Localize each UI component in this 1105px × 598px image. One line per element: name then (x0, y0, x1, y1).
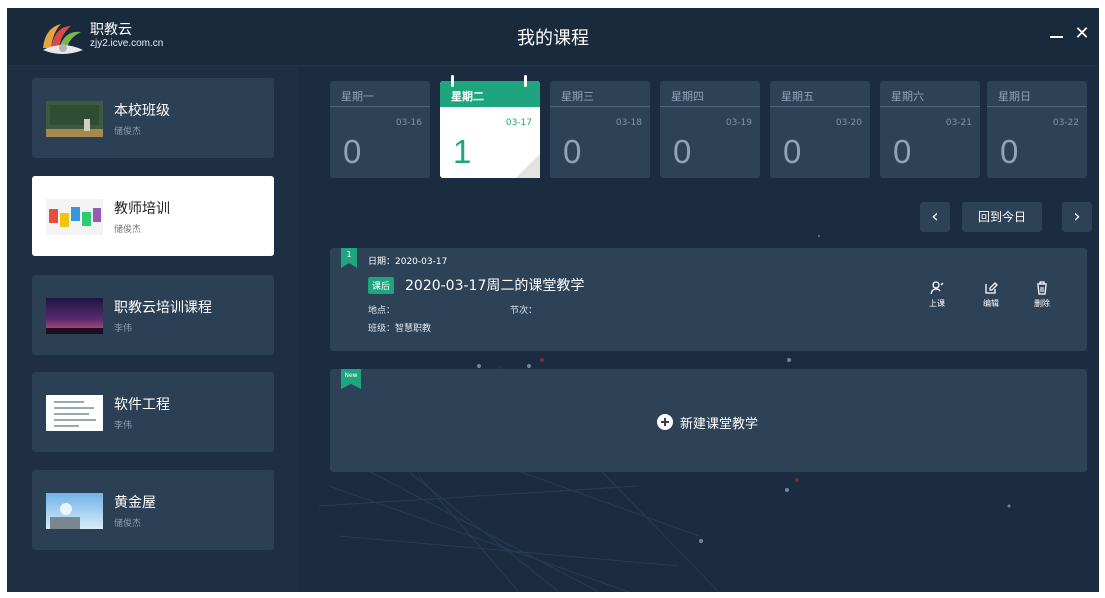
day-card-3[interactable]: 星期四 03-19 0 (660, 81, 760, 178)
window-title: 我的课程 (517, 28, 589, 49)
sky-image (46, 493, 103, 529)
day-card-6[interactable]: 星期日 03-22 0 (987, 81, 1087, 178)
lesson-title: 2020-03-17周二的课堂教学 (405, 278, 585, 294)
day-card-0[interactable]: 星期一 03-16 0 (330, 81, 430, 178)
day-date: 03-20 (835, 118, 862, 128)
day-date: 03-22 (1052, 118, 1079, 128)
day-card-5[interactable]: 星期六 03-21 0 (880, 81, 980, 178)
course-title: 本校班级 (114, 103, 170, 119)
day-count: 1 (453, 133, 472, 170)
day-date: 03-19 (725, 118, 752, 128)
course-card-2[interactable]: 职教云培训课程 李伟 (32, 275, 274, 355)
new-flag-badge: New (341, 369, 361, 389)
calendar-ring-icon (451, 75, 454, 87)
day-name: 星期六 (891, 90, 924, 103)
lesson-number-flag: 1 (341, 248, 357, 268)
lesson-date: 日期：2020-03-17 (368, 257, 448, 267)
day-name: 星期二 (451, 90, 484, 103)
course-card-0[interactable]: 本校班级 储俊杰 (32, 78, 274, 158)
edit-icon (985, 282, 998, 294)
course-title: 教师培训 (114, 201, 170, 217)
day-date: 03-17 (505, 118, 532, 128)
course-card-4[interactable]: 黄金屋 储俊杰 (32, 470, 274, 550)
action-label: 删除 (1034, 299, 1050, 308)
course-card-1[interactable]: 教师培训 储俊杰 (32, 176, 274, 256)
close-button[interactable]: ✕ (1074, 24, 1090, 44)
course-teacher: 储俊杰 (114, 225, 142, 235)
course-title: 黄金屋 (114, 495, 156, 511)
schedule-main: 星期一 03-16 0 星期二 03-17 1 星期三 03-18 0 星期四 … (299, 66, 1099, 592)
course-teacher: 李伟 (114, 421, 133, 431)
plus-circle-icon (657, 414, 673, 430)
edit-button[interactable]: 编辑 (976, 281, 1006, 309)
day-date: 03-18 (615, 118, 642, 128)
day-count: 0 (783, 133, 802, 170)
app-window: 职教云 zjy2.icve.com.cn 我的课程 ✕ 本校班级 储俊杰 教师培… (7, 8, 1099, 592)
day-name: 星期四 (671, 90, 704, 103)
new-lesson-label: 新建课堂教学 (680, 417, 759, 432)
next-week-button[interactable]: › (1062, 202, 1092, 232)
title-bar: 职教云 zjy2.icve.com.cn 我的课程 ✕ (7, 8, 1099, 66)
day-name: 星期日 (998, 90, 1031, 103)
course-teacher: 李伟 (114, 324, 133, 334)
day-count: 0 (1000, 133, 1019, 170)
day-count: 0 (893, 133, 912, 170)
classroom-image (46, 101, 103, 137)
course-title: 软件工程 (114, 397, 170, 413)
course-sidebar: 本校班级 储俊杰 教师培训 储俊杰 职教云培训课程 李伟 软件工程 李伟 黄金屋… (7, 66, 299, 592)
action-label: 编辑 (983, 299, 999, 308)
delete-icon (1037, 281, 1047, 295)
lesson-status-badge: 课后 (368, 277, 395, 294)
course-card-3[interactable]: 软件工程 李伟 (32, 372, 274, 452)
action-label: 上课 (929, 299, 945, 308)
day-card-1[interactable]: 星期二 03-17 1 (440, 75, 540, 178)
day-name: 星期五 (781, 90, 814, 103)
night-sky-image (46, 298, 103, 334)
course-title: 职教云培训课程 (114, 300, 212, 316)
page-curl-icon (516, 154, 540, 178)
minimize-button[interactable] (1050, 26, 1064, 46)
back-to-today-button[interactable]: 回到今日 (962, 202, 1042, 232)
course-teacher: 储俊杰 (114, 519, 142, 529)
day-card-4[interactable]: 星期五 03-20 0 (770, 81, 870, 178)
lesson-card[interactable]: 1 日期：2020-03-17 课后 2020-03-17周二的课堂教学 地点：… (330, 248, 1087, 351)
lesson-class: 班级：智慧职教 (368, 324, 432, 334)
day-card-2[interactable]: 星期三 03-18 0 (550, 81, 650, 178)
new-lesson-card[interactable]: New 新建课堂教学 (330, 369, 1087, 472)
lesson-period: 节次： (510, 306, 538, 316)
colorful-letters-image (46, 199, 103, 235)
delete-button[interactable]: 删除 (1027, 281, 1057, 309)
calendar-ring-icon (524, 75, 527, 87)
document-image (46, 395, 103, 431)
course-teacher: 储俊杰 (114, 127, 142, 137)
day-date: 03-21 (945, 118, 972, 128)
day-count: 0 (563, 133, 582, 170)
day-count: 0 (343, 133, 362, 170)
day-name: 星期三 (561, 90, 594, 103)
start-class-button[interactable]: 上课 (922, 281, 952, 309)
start-class-icon (930, 281, 944, 295)
day-name: 星期一 (341, 90, 374, 103)
lesson-location: 地点： (368, 306, 396, 316)
prev-week-button[interactable]: ‹ (920, 202, 950, 232)
day-count: 0 (673, 133, 692, 170)
day-date: 03-16 (395, 118, 422, 128)
